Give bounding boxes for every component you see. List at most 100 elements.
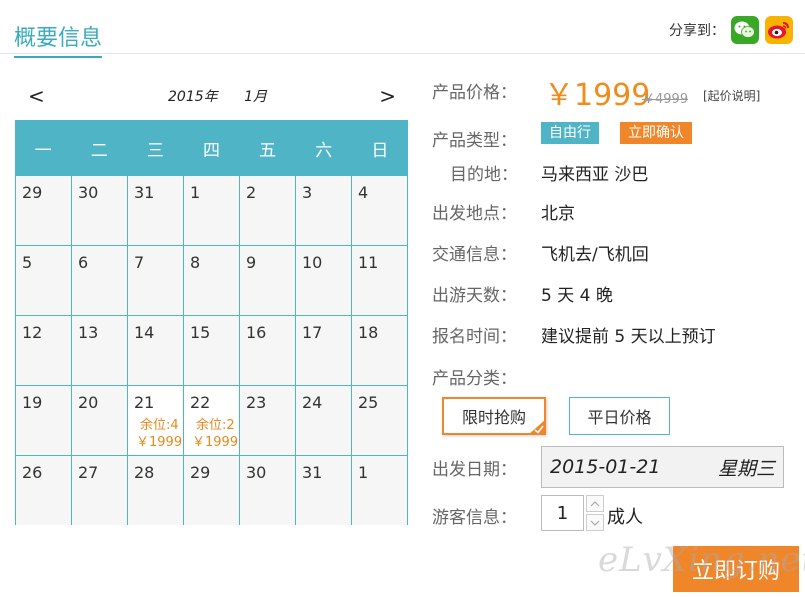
day-number: 10 [302,253,323,272]
calendar-day: 10 [296,245,352,315]
weekday-label: 二 [90,140,108,161]
day-number: 23 [246,393,267,412]
tag-instant-confirm: 立即确认 [620,122,692,144]
seats-remaining: 余位:4 [140,418,179,433]
calendar-day: 2 [240,175,296,245]
day-number: 4 [358,183,369,202]
day-number: 1 [358,463,369,482]
flash-sale-label: 限时抢购 [461,408,526,427]
date-row: 出发日期： [432,455,517,480]
day-number: 30 [78,183,99,202]
weekday-label: 三 [146,140,164,161]
day-number: 31 [134,183,155,202]
departure-date-field[interactable]: 2015-01-21 星期三 [541,446,784,488]
calendar-day: 8 [184,245,240,315]
original-price: ￥4999 [642,92,689,107]
type-row: 产品类型： [432,126,517,151]
calendar-day: 14 [128,315,184,385]
transport-label: 交通信息： [432,245,517,265]
day-number: 24 [302,393,323,412]
calendar-day: 12 [16,315,72,385]
page-title: 概要信息 [14,20,103,58]
flash-sale-option[interactable]: 限时抢购 [442,397,546,435]
day-number: 18 [358,323,379,342]
date-label: 出发日期： [432,460,517,480]
weibo-icon[interactable] [765,16,793,44]
day-number: 16 [246,323,267,342]
wechat-icon[interactable] [731,16,759,44]
calendar-day: 15 [184,315,240,385]
decrement-button[interactable] [586,514,604,531]
category-row: 产品分类： [432,364,517,389]
next-month-button[interactable]: > [379,82,396,110]
destination-label: 目的地： [450,165,518,185]
calendar-nav: < 2015年 1月 > [16,82,408,110]
duration-label: 出游天数： [432,286,517,306]
seats-remaining: 余位:2 [196,418,235,433]
weekday-label: 日 [371,140,389,161]
day-number: 26 [22,463,43,482]
prev-month-button[interactable]: < [28,82,45,110]
day-number: 6 [78,253,89,272]
increment-button[interactable] [586,495,604,512]
page-header: 概要信息 分享到： [0,0,805,58]
departure-weekday-value: 星期三 [717,457,775,480]
calendar-day: 19 [16,385,72,455]
calendar-day: 17 [296,315,352,385]
tag-free-travel: 自由行 [541,122,599,144]
day-number: 31 [302,463,323,482]
day-number: 1 [190,183,201,202]
price-row: 产品价格： [432,78,517,103]
calendar-title: 2015年 1月 [168,86,267,106]
book-now-button[interactable]: 立即订购 [673,546,799,592]
day-number: 27 [78,463,99,482]
transport-value: 飞机去/飞机回 [541,245,649,265]
calendar-day: 13 [72,315,128,385]
calendar-weekday-header: 一二三四五六日 [15,120,408,176]
chevron-down-icon [590,520,600,526]
price-value: ￥1999 [544,78,651,113]
day-number: 29 [190,463,211,482]
destination-row: 目的地： 马来西亚 沙巴 [450,160,648,185]
day-number: 5 [22,253,33,272]
day-number: 30 [246,463,267,482]
share-label: 分享到： [669,23,725,39]
day-availability: 余位:2 ￥1999 [192,417,238,451]
departure-date-value: 2015-01-21 [550,456,661,478]
destination-value: 马来西亚 沙巴 [541,165,649,185]
day-number: 8 [190,253,201,272]
depart-row: 出发地点： 北京 [432,199,575,224]
calendar-day: 5 [16,245,72,315]
calendar-day: 28 [128,455,184,525]
day-number: 29 [22,183,43,202]
day-number: 3 [302,183,313,202]
calendar-day: 7 [128,245,184,315]
calendar-day: 16 [240,315,296,385]
adult-quantity-input[interactable]: 1 [541,495,584,531]
calendar-day: 1 [352,455,408,525]
calendar-day: 29 [184,455,240,525]
day-availability: 余位:4 ￥1999 [136,417,182,451]
day-number: 22 [190,393,211,412]
weekday-price-option[interactable]: 平日价格 [569,397,670,435]
depart-label: 出发地点： [432,204,517,224]
price-note-link[interactable]: [起价说明] [703,87,760,104]
day-number: 19 [22,393,43,412]
price-label: 产品价格： [432,83,517,103]
day-price: ￥1999 [192,435,239,450]
calendar-day-available[interactable]: 21 余位:4 ￥1999 [128,385,184,455]
calendar-day: 23 [240,385,296,455]
day-number: 9 [246,253,257,272]
day-number: 7 [134,253,145,272]
share-bar: 分享到： [669,16,793,44]
weekday-label: 四 [202,140,220,161]
calendar-day: 11 [352,245,408,315]
weekday-label: 一 [34,140,52,161]
calendar-day-available[interactable]: 22 余位:2 ￥1999 [184,385,240,455]
guest-label: 游客信息： [432,508,517,528]
quantity-stepper [586,495,606,531]
calendar-day: 31 [128,175,184,245]
calendar-day: 25 [352,385,408,455]
day-number: 12 [22,323,43,342]
calendar-grid: 29 30 31 1 2 3 4 5 6 7 8 9 10 11 12 13 14 15 16 17 18 19 20 21 余… [15,175,408,525]
